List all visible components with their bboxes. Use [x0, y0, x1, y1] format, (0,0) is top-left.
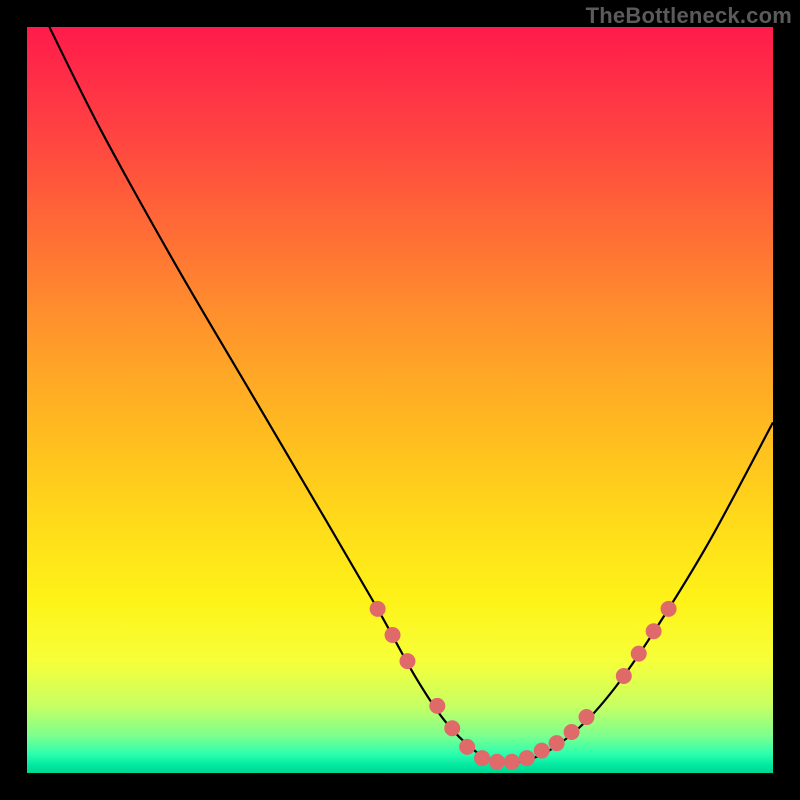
- highlight-dot: [459, 739, 475, 755]
- highlight-dot: [564, 724, 580, 740]
- highlight-dot: [474, 750, 490, 766]
- chart-svg: [27, 27, 773, 773]
- highlight-dot: [661, 601, 677, 617]
- bottleneck-curve: [49, 27, 773, 763]
- highlight-dot: [646, 623, 662, 639]
- highlight-dot: [579, 709, 595, 725]
- highlight-markers: [370, 601, 677, 770]
- highlight-dot: [534, 743, 550, 759]
- highlight-dot: [429, 698, 445, 714]
- highlight-dot: [631, 646, 647, 662]
- highlight-dot: [399, 653, 415, 669]
- highlight-dot: [616, 668, 632, 684]
- highlight-dot: [504, 754, 520, 770]
- highlight-dot: [489, 754, 505, 770]
- highlight-dot: [385, 627, 401, 643]
- highlight-dot: [549, 735, 565, 751]
- highlight-dot: [519, 750, 535, 766]
- highlight-dot: [444, 720, 460, 736]
- chart-frame: TheBottleneck.com: [0, 0, 800, 800]
- watermark-text: TheBottleneck.com: [586, 3, 792, 29]
- highlight-dot: [370, 601, 386, 617]
